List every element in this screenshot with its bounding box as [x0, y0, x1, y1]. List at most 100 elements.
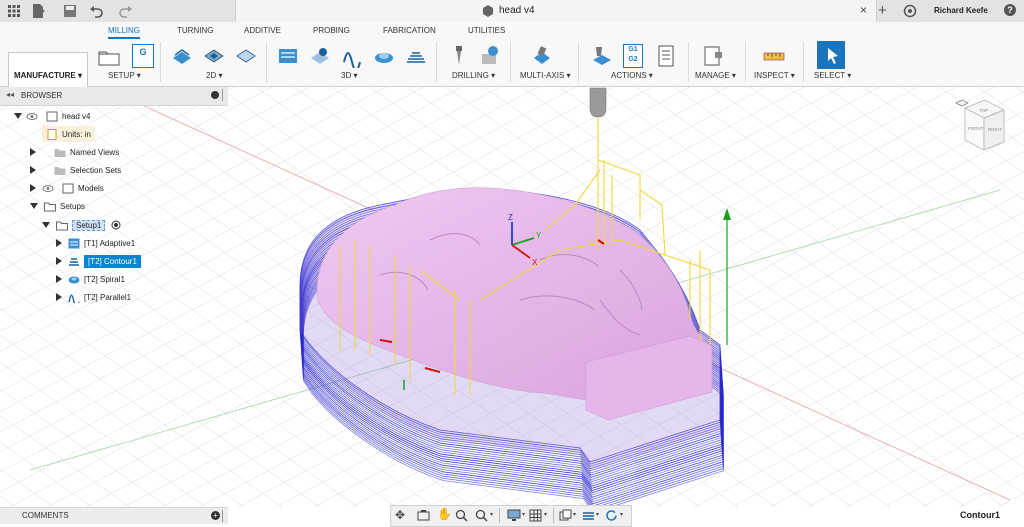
- measure-icon[interactable]: [762, 44, 786, 68]
- post-process-icon[interactable]: G1 G2: [623, 44, 643, 68]
- 3d-pocket-icon[interactable]: [308, 44, 332, 68]
- setup-sheet-icon[interactable]: G: [132, 44, 154, 68]
- display-settings-icon[interactable]: [507, 509, 521, 522]
- collapse-arrow-icon[interactable]: [14, 113, 22, 119]
- active-setup-icon[interactable]: [111, 220, 121, 230]
- tree-models[interactable]: Models: [30, 180, 104, 196]
- 2d-pocket-icon[interactable]: [202, 44, 226, 68]
- setup-sheet-doc-icon[interactable]: [654, 44, 678, 68]
- tree-op-contour[interactable]: [T2] Contour1: [56, 253, 141, 269]
- app-grid-icon[interactable]: [6, 3, 22, 19]
- browser-resize-handle[interactable]: [222, 89, 223, 101]
- tab-turning[interactable]: TURNING: [177, 26, 213, 35]
- hole-recognition-icon[interactable]: [478, 44, 502, 68]
- comments-resize-handle[interactable]: [222, 510, 223, 522]
- pan-icon[interactable]: ✋: [437, 507, 452, 521]
- zoom-icon[interactable]: [455, 509, 468, 522]
- tree-op-parallel[interactable]: [T2] Parallel1: [56, 289, 131, 305]
- viewcube-right[interactable]: RIGHT: [988, 127, 1002, 132]
- viewports-dropdown-icon[interactable]: ▾: [573, 511, 576, 518]
- tree-selection-sets[interactable]: Selection Sets: [30, 162, 121, 178]
- visibility-eye-icon[interactable]: [26, 111, 38, 122]
- expand-arrow-icon[interactable]: [56, 257, 62, 265]
- expand-arrow-icon[interactable]: [30, 184, 36, 192]
- section-icon[interactable]: [582, 509, 595, 522]
- tab-additive[interactable]: ADDITIVE: [244, 26, 281, 35]
- tree-setup1[interactable]: Setup1: [42, 217, 121, 233]
- ribbon: MANUFACTURE ▾ MILLING TURNING ADDITIVE P…: [0, 22, 1024, 87]
- group-3d[interactable]: 3D ▾: [341, 71, 357, 80]
- zoom-window-icon[interactable]: [475, 509, 488, 522]
- add-tab-icon[interactable]: +: [878, 2, 887, 19]
- grid-dropdown-icon[interactable]: ▾: [544, 511, 547, 518]
- collapse-arrow-icon[interactable]: [42, 222, 50, 228]
- redo-icon[interactable]: [118, 3, 134, 19]
- 3d-spiral-icon[interactable]: [372, 44, 396, 68]
- viewcube-front[interactable]: FRONT: [968, 126, 984, 131]
- tree-setups[interactable]: Setups: [30, 198, 85, 214]
- select-icon[interactable]: [817, 41, 845, 69]
- expand-arrow-icon[interactable]: [56, 275, 62, 283]
- tree-op-contour-label: [T2] Contour1: [84, 255, 141, 268]
- multi-axis-icon[interactable]: [530, 44, 554, 68]
- 3d-parallel-icon[interactable]: [340, 44, 364, 68]
- tree-op-spiral[interactable]: [T2] Spiral1: [56, 271, 125, 287]
- comments-panel[interactable]: COMMENTS +: [0, 507, 228, 524]
- display-dropdown-icon[interactable]: ▾: [522, 511, 525, 518]
- tree-root[interactable]: head v4: [14, 108, 90, 124]
- visibility-eye-icon[interactable]: [42, 183, 54, 194]
- group-inspect[interactable]: INSPECT ▾: [754, 71, 795, 80]
- component-icon: [62, 183, 74, 194]
- tool-library-icon[interactable]: [702, 44, 726, 68]
- tree-named-views[interactable]: Named Views: [30, 144, 119, 160]
- expand-arrow-icon[interactable]: [30, 166, 36, 174]
- help-icon[interactable]: ?: [1004, 4, 1016, 16]
- viewports-icon[interactable]: [559, 509, 572, 522]
- close-tab-icon[interactable]: ×: [860, 3, 867, 17]
- 3d-contour-icon[interactable]: [404, 44, 428, 68]
- collapse-browser-icon[interactable]: ◂◂: [6, 90, 14, 99]
- expand-arrow-icon[interactable]: [30, 148, 36, 156]
- tree-setups-label: Setups: [60, 202, 85, 211]
- file-icon[interactable]: [30, 3, 46, 19]
- simulate-icon[interactable]: [590, 44, 614, 68]
- undo-icon[interactable]: [88, 3, 104, 19]
- refresh-dropdown-icon[interactable]: ▾: [620, 511, 623, 518]
- refresh-icon[interactable]: [605, 509, 618, 522]
- user-name[interactable]: Richard Keefe: [934, 6, 988, 15]
- viewport[interactable]: Z Y X TOP FRONT RIGHT: [0, 87, 1024, 507]
- group-2d[interactable]: 2D ▾: [206, 71, 222, 80]
- 2d-adaptive-icon[interactable]: [170, 44, 194, 68]
- new-setup-icon[interactable]: [97, 44, 121, 68]
- add-comment-icon[interactable]: +: [211, 511, 220, 520]
- 3d-adaptive-icon[interactable]: [276, 44, 300, 68]
- tree-op-adaptive[interactable]: [T1] Adaptive1: [56, 235, 135, 251]
- orbit-icon[interactable]: ✥: [395, 508, 405, 522]
- group-actions[interactable]: ACTIONS ▾: [611, 71, 653, 80]
- look-at-icon[interactable]: [417, 509, 430, 522]
- job-status-icon[interactable]: [903, 4, 917, 18]
- collapse-arrow-icon[interactable]: [30, 203, 38, 209]
- group-setup[interactable]: SETUP ▾: [108, 71, 141, 80]
- expand-arrow-icon[interactable]: [56, 239, 62, 247]
- tab-milling[interactable]: MILLING: [108, 26, 140, 39]
- triad-z-label: Z: [508, 213, 513, 222]
- tab-probing[interactable]: PROBING: [313, 26, 350, 35]
- group-drilling[interactable]: DRILLING ▾: [452, 71, 495, 80]
- tab-utilities[interactable]: UTILITIES: [468, 26, 505, 35]
- group-manage[interactable]: MANAGE ▾: [695, 71, 736, 80]
- tree-units[interactable]: Units: in: [42, 126, 95, 142]
- 2d-face-icon[interactable]: [234, 44, 258, 68]
- zoom-dropdown-icon[interactable]: ▾: [490, 511, 493, 518]
- group-multi-axis[interactable]: MULTI-AXIS ▾: [520, 71, 571, 80]
- drill-icon[interactable]: [447, 44, 471, 68]
- save-icon[interactable]: [62, 3, 78, 19]
- group-select[interactable]: SELECT ▾: [814, 71, 851, 80]
- section-dropdown-icon[interactable]: ▾: [596, 511, 599, 518]
- expand-arrow-icon[interactable]: [56, 293, 62, 301]
- grid-settings-icon[interactable]: [529, 509, 542, 522]
- document-tab[interactable]: head v4 ×: [235, 0, 877, 22]
- viewcube-top[interactable]: TOP: [979, 108, 988, 113]
- browser-pin-icon[interactable]: [211, 91, 219, 99]
- tab-fabrication[interactable]: FABRICATION: [383, 26, 436, 35]
